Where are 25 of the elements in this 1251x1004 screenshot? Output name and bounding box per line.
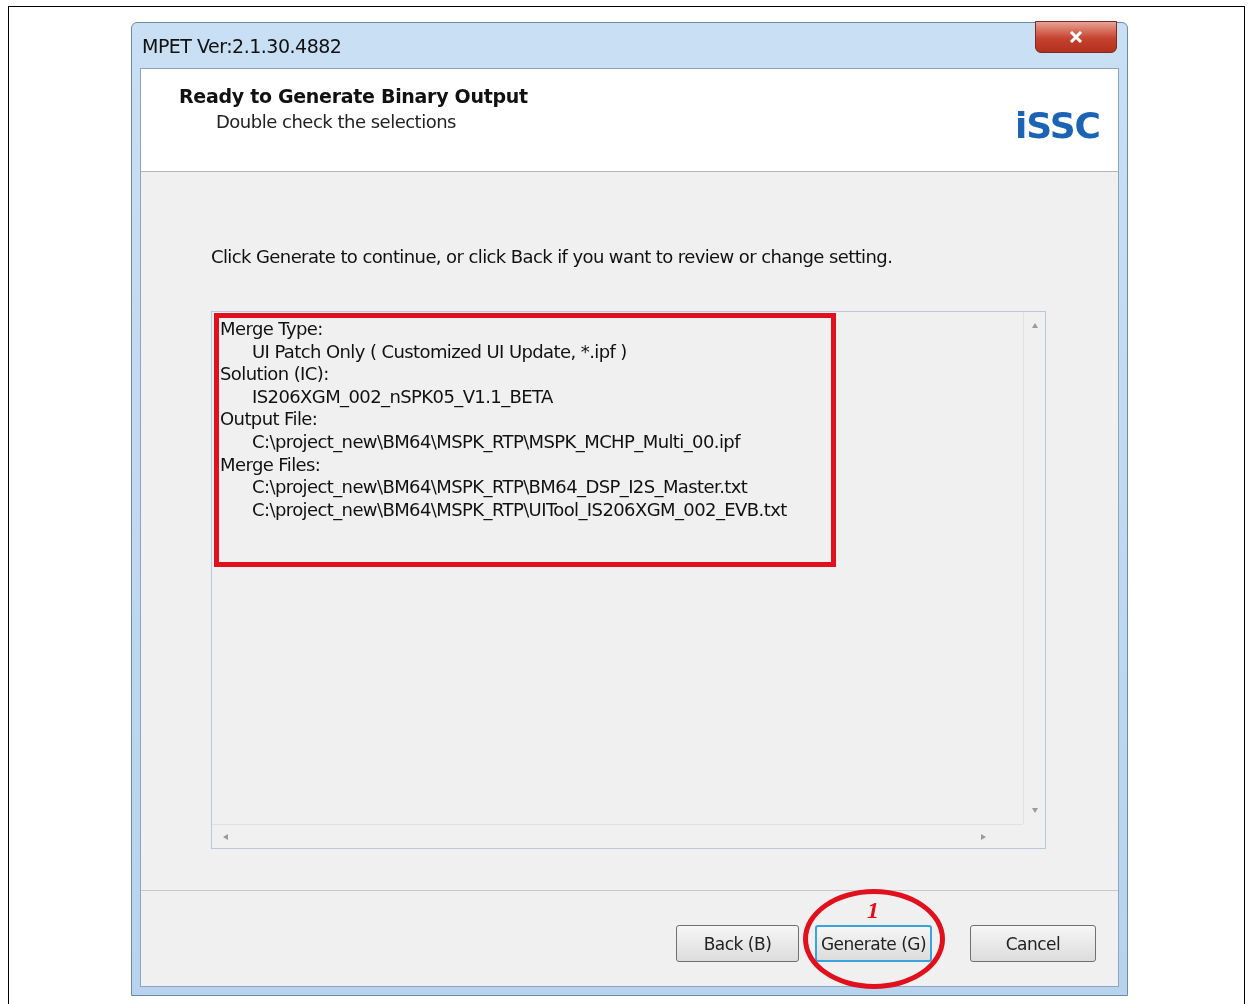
scroll-up-icon[interactable] [1030, 322, 1039, 330]
instruction-text: Click Generate to continue, or click Back if you want to review or change setting. [211, 246, 894, 267]
summary-value: UI Patch Only ( Customized UI Update, *.ipf ) [251, 340, 628, 364]
step-number: 1 [867, 897, 879, 924]
dialog-button[interactable]: Back (B) [676, 925, 799, 962]
dialog-button[interactable]: Generate (G) [815, 925, 932, 962]
header-title: Ready to Generate Binary Output [179, 85, 528, 107]
summary-value: IS206XGM_002_nSPK05_V1.1_BETA [251, 385, 554, 409]
summary-value: C:\project_new\BM64\MSPK_RTP\BM64_DSP_I2S_Master.txt [251, 476, 749, 499]
scroll-left-icon[interactable] [222, 832, 230, 841]
summary-label: Output File: [220, 408, 319, 431]
summary-value: C:\project_new\BM64\MSPK_RTP\UITool_IS206XGM_002_EVB.txt [251, 498, 788, 522]
close-button[interactable] [1035, 20, 1117, 53]
summary-label: Merge Type: [220, 318, 324, 341]
logo: iSSC [1015, 105, 1100, 148]
window-title: MPET Ver:2.1.30.4882 [142, 34, 342, 57]
dialog-button[interactable]: Cancel [970, 925, 1096, 962]
summary-text-box[interactable] [211, 311, 1046, 849]
summary-label: Merge Files: [220, 453, 322, 477]
close-icon [1069, 30, 1083, 43]
scroll-right-icon[interactable] [979, 832, 987, 841]
summary-value: C:\project_new\BM64\MSPK_RTP\MSPK_MCHP_Multi_00.ipf [251, 430, 742, 454]
scroll-down-icon[interactable] [1030, 806, 1039, 814]
summary-label: Solution (IC): [220, 363, 330, 386]
header-subtitle: Double check the selections [215, 111, 457, 132]
